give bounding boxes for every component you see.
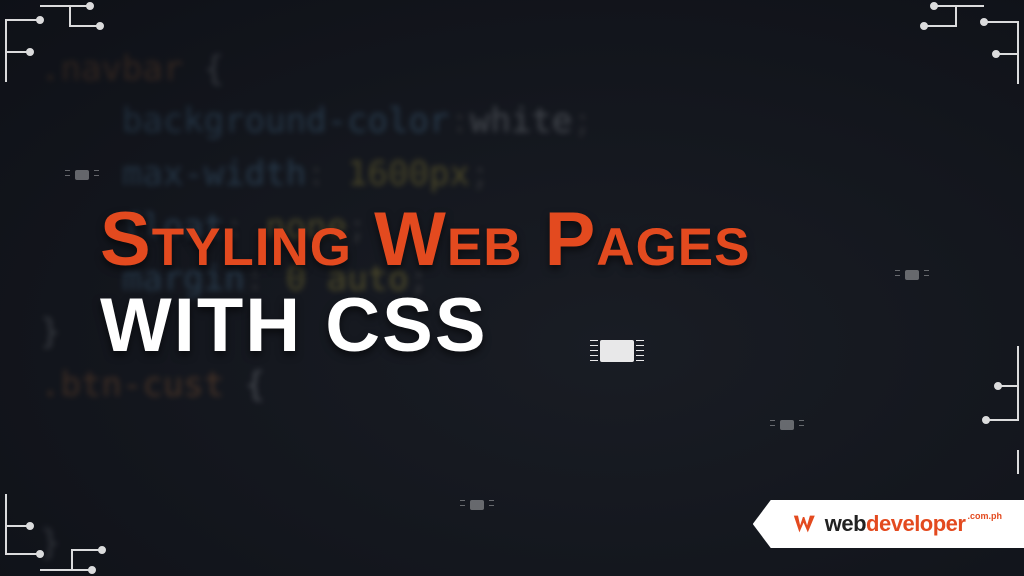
brand-word1: web: [825, 511, 866, 537]
chip-icon: [75, 170, 89, 180]
code-property: background-color: [122, 101, 450, 141]
brand-name: webdeveloper.com.ph: [825, 511, 1002, 537]
chip-icon: [470, 500, 484, 510]
code-selector: .navbar: [40, 49, 183, 89]
code-property: max-width: [122, 154, 306, 194]
brand-word2: developer: [866, 511, 965, 537]
circuit-corner-icon: [0, 0, 140, 90]
brand-badge: webdeveloper.com.ph: [753, 500, 1024, 548]
brand-tld: .com.ph: [967, 511, 1002, 521]
circuit-corner-icon: [0, 486, 140, 576]
banner-stage: .navbar { background-color:white; max-wi…: [0, 0, 1024, 576]
headline: Styling Web Pages with CSS: [100, 200, 944, 371]
chip-icon: [780, 420, 794, 430]
circuit-corner-icon: [864, 0, 1024, 90]
headline-line2: with CSS: [100, 280, 944, 371]
headline-line1: Styling Web Pages: [100, 200, 944, 280]
brand-logo-icon: [791, 510, 819, 538]
